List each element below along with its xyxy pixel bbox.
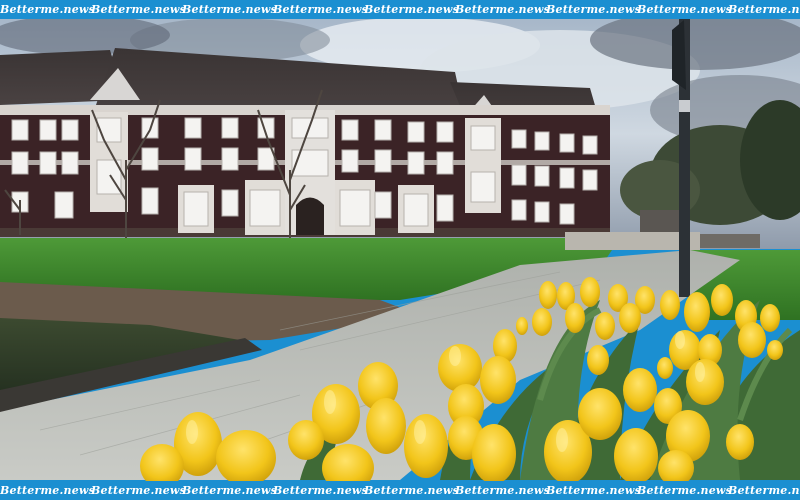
watermark-text: Betterme.news	[0, 484, 95, 497]
watermark-text: Betterme.news	[546, 484, 641, 497]
watermark-text: Betterme.news	[455, 484, 550, 497]
campus-photo	[0, 19, 800, 481]
watermark-text: Betterme.news	[637, 484, 732, 497]
watermark-text: Betterme.news	[0, 3, 95, 16]
watermark-text: Betterme.news	[455, 3, 550, 16]
watermark-text: Betterme.news	[182, 484, 277, 497]
watermark-text: Betterme.news	[273, 484, 368, 497]
watermark-text: Betterme.news	[91, 484, 186, 497]
watermark-text: Betterme.news	[728, 484, 800, 497]
watermark-text: Betterme.news	[364, 3, 459, 16]
watermark-text: Betterme.news	[91, 3, 186, 16]
watermark-text: Betterme.news	[182, 3, 277, 16]
bottom-watermark-banner: Betterme.news Betterme.news Betterme.new…	[0, 481, 800, 500]
watermark-text: Betterme.news	[273, 3, 368, 16]
watermark-text: Betterme.news	[546, 3, 641, 16]
watermark-text: Betterme.news	[728, 3, 800, 16]
top-watermark-banner: Betterme.news Betterme.news Betterme.new…	[0, 0, 800, 19]
watermark-text: Betterme.news	[364, 484, 459, 497]
watermark-text: Betterme.news	[637, 3, 732, 16]
